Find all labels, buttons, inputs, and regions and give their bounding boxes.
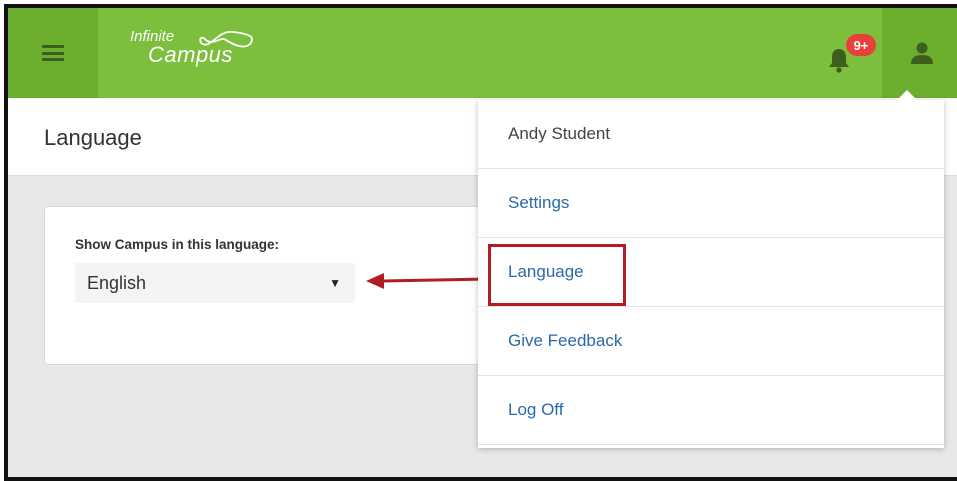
app-frame: Infinite Campus 9+ Language Show Campus … bbox=[4, 4, 957, 481]
user-menu-button[interactable] bbox=[882, 8, 957, 98]
language-select[interactable]: English ▼ bbox=[75, 263, 355, 303]
menu-item-give-feedback[interactable]: Give Feedback bbox=[478, 307, 944, 376]
chevron-down-icon: ▼ bbox=[329, 276, 341, 290]
language-field-label: Show Campus in this language: bbox=[75, 237, 280, 252]
top-bar: Infinite Campus 9+ bbox=[8, 8, 957, 98]
menu-item-settings[interactable]: Settings bbox=[478, 169, 944, 238]
notification-badge[interactable]: 9+ bbox=[846, 34, 876, 56]
menu-item-user-name: Andy Student bbox=[478, 100, 944, 169]
red-arrow-icon bbox=[366, 273, 491, 289]
page-title: Language bbox=[44, 125, 142, 150]
infinite-campus-logo[interactable]: Infinite Campus bbox=[126, 22, 266, 82]
language-highlight-box bbox=[488, 244, 626, 306]
user-dropdown-menu: Andy Student Settings Language Give Feed… bbox=[478, 90, 944, 448]
logo-text-campus: Campus bbox=[148, 42, 233, 67]
language-select-value: English bbox=[87, 272, 147, 293]
menu-item-log-off[interactable]: Log Off bbox=[478, 376, 944, 445]
dropdown-caret bbox=[897, 90, 917, 100]
main-menu-button[interactable] bbox=[8, 8, 98, 98]
hamburger-icon bbox=[42, 45, 64, 61]
user-icon bbox=[910, 42, 933, 64]
